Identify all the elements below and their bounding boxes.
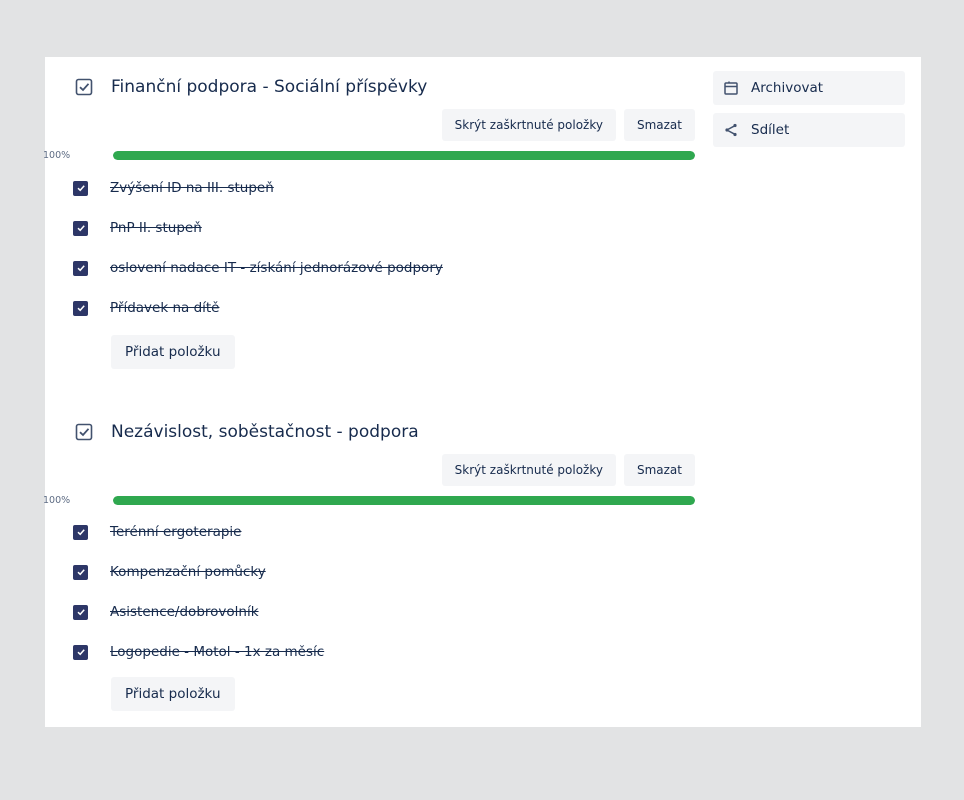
checkmark-icon bbox=[76, 569, 85, 576]
checkmark-icon bbox=[76, 649, 85, 656]
item-checkbox[interactable] bbox=[73, 220, 88, 236]
archive-button[interactable]: Archivovat bbox=[713, 71, 905, 105]
item-text[interactable]: Asistence/dobrovolník bbox=[110, 604, 259, 620]
delete-checklist-button[interactable]: Smazat bbox=[623, 454, 695, 486]
share-icon bbox=[725, 123, 737, 137]
checklist-actions: Skrýt zaškrtnuté položky Smazat bbox=[441, 454, 695, 486]
checklist-item[interactable]: Zvýšení ID na III. stupeň bbox=[73, 168, 693, 208]
checkmark-icon bbox=[76, 609, 85, 616]
checklist-actions: Skrýt zaškrtnuté položky Smazat bbox=[441, 109, 695, 141]
delete-checklist-button[interactable]: Smazat bbox=[623, 109, 695, 141]
add-item-button[interactable]: Přidat položku bbox=[111, 677, 235, 711]
progress-bar-fill bbox=[113, 496, 695, 505]
share-button[interactable]: Sdílet bbox=[713, 113, 905, 147]
checkmark-icon bbox=[76, 305, 85, 312]
item-text[interactable]: Terénní ergoterapie bbox=[110, 524, 241, 540]
checklist-progress: 100% bbox=[43, 147, 705, 163]
checklist-item[interactable]: Přídavek na dítě bbox=[73, 288, 693, 328]
card-detail-panel: Finanční podpora - Sociální příspěvky Sk… bbox=[43, 57, 921, 727]
item-text[interactable]: PnP II. stupeň bbox=[110, 220, 202, 236]
hide-checked-button[interactable]: Skrýt zaškrtnuté položky bbox=[441, 454, 616, 486]
item-text[interactable]: Kompenzační pomůcky bbox=[110, 564, 266, 580]
checklist-progress: 100% bbox=[43, 492, 705, 508]
checklist-title[interactable]: Nezávislost, soběstačnost - podpora bbox=[111, 422, 419, 442]
checklist-header: Nezávislost, soběstačnost - podpora bbox=[75, 418, 419, 446]
item-text[interactable]: Přídavek na dítě bbox=[110, 300, 220, 316]
progress-bar-track bbox=[113, 496, 695, 505]
add-item-button[interactable]: Přidat položku bbox=[111, 335, 235, 369]
progress-percent: 100% bbox=[43, 149, 71, 161]
checklist-items: Zvýšení ID na III. stupeň PnP II. stupeň… bbox=[73, 168, 693, 328]
checkmark-icon bbox=[76, 185, 85, 192]
progress-bar-track bbox=[113, 151, 695, 160]
item-checkbox[interactable] bbox=[73, 260, 88, 276]
checklist-item[interactable]: Terénní ergoterapie bbox=[73, 512, 693, 552]
checklist-item[interactable]: Kompenzační pomůcky bbox=[73, 552, 693, 592]
checklist-item[interactable]: Asistence/dobrovolník bbox=[73, 592, 693, 632]
page-background: Finanční podpora - Sociální příspěvky Sk… bbox=[0, 0, 964, 800]
checklist-item[interactable]: Logopedie - Motol - 1x za měsíc bbox=[73, 632, 693, 672]
checklist-item[interactable]: PnP II. stupeň bbox=[73, 208, 693, 248]
checklist-title[interactable]: Finanční podpora - Sociální příspěvky bbox=[111, 77, 427, 97]
hide-checked-button[interactable]: Skrýt zaškrtnuté položky bbox=[441, 109, 616, 141]
checklist-header: Finanční podpora - Sociální příspěvky bbox=[75, 73, 427, 101]
item-text[interactable]: Logopedie - Motol - 1x za měsíc bbox=[110, 644, 324, 660]
checkmark-icon bbox=[76, 529, 85, 536]
progress-bar-fill bbox=[113, 151, 695, 160]
archive-icon bbox=[724, 81, 738, 95]
checkmark-icon bbox=[76, 265, 85, 272]
archive-label: Archivovat bbox=[751, 80, 824, 96]
item-text[interactable]: Zvýšení ID na III. stupeň bbox=[110, 180, 274, 196]
progress-percent: 100% bbox=[43, 494, 71, 506]
checklist-icon bbox=[75, 423, 93, 441]
item-checkbox[interactable] bbox=[73, 564, 88, 580]
checklist-icon bbox=[75, 78, 93, 96]
checkmark-icon bbox=[76, 225, 85, 232]
item-checkbox[interactable] bbox=[73, 180, 88, 196]
item-checkbox[interactable] bbox=[73, 604, 88, 620]
share-label: Sdílet bbox=[751, 122, 790, 138]
item-text[interactable]: oslovení nadace IT - získání jednorázové… bbox=[110, 260, 443, 276]
card-actions-sidebar: Archivovat Sdílet bbox=[713, 71, 905, 155]
checklist-item[interactable]: oslovení nadace IT - získání jednorázové… bbox=[73, 248, 693, 288]
item-checkbox[interactable] bbox=[73, 524, 88, 540]
item-checkbox[interactable] bbox=[73, 644, 88, 660]
checklist-items: Terénní ergoterapie Kompenzační pomůcky … bbox=[73, 512, 693, 672]
item-checkbox[interactable] bbox=[73, 300, 88, 316]
